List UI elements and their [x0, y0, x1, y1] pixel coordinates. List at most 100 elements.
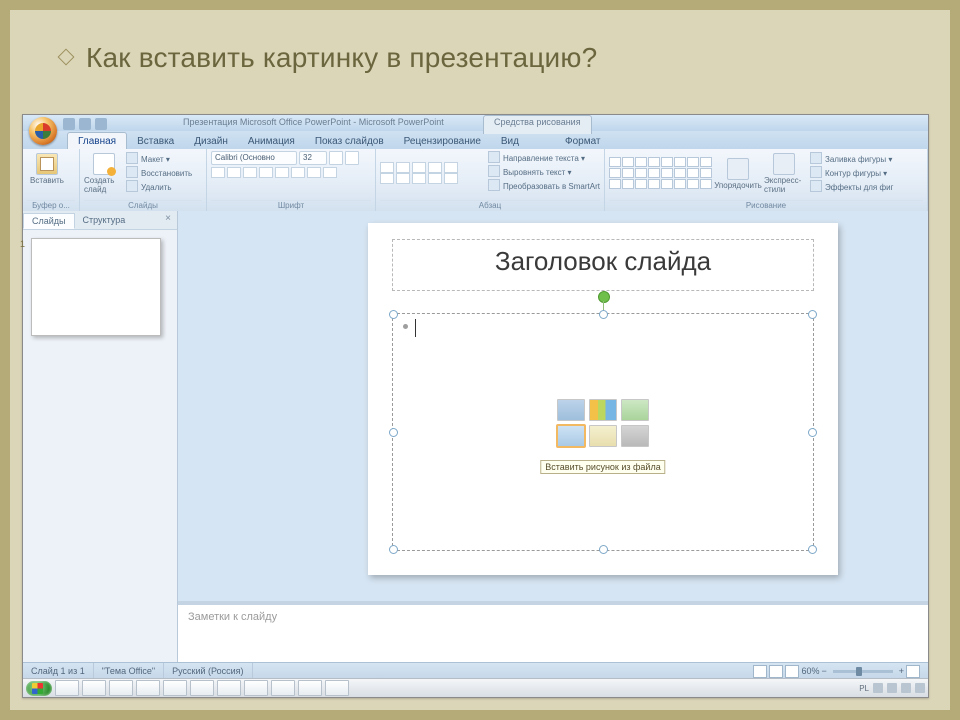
shape-effects-button[interactable]: Эффекты для фиг — [810, 180, 893, 193]
resize-handle[interactable] — [599, 310, 608, 319]
linespacing-button[interactable] — [444, 162, 458, 173]
case-button[interactable] — [307, 167, 321, 178]
text-direction-button[interactable]: Направление текста ▾ — [488, 151, 600, 164]
zoom-in-button[interactable]: + — [899, 666, 904, 676]
view-normal-button[interactable] — [753, 665, 767, 678]
taskbar-item[interactable] — [136, 680, 160, 696]
taskbar-item[interactable] — [82, 680, 106, 696]
group-clipboard: Вставить Буфер о... — [23, 149, 80, 211]
taskbar-item[interactable] — [325, 680, 349, 696]
tab-home[interactable]: Главная — [67, 132, 127, 149]
insert-smartart-icon[interactable] — [621, 399, 649, 421]
taskbar-item[interactable] — [190, 680, 214, 696]
rotate-handle[interactable] — [598, 291, 610, 303]
shadow-button[interactable] — [275, 167, 289, 178]
tab-animation[interactable]: Анимация — [238, 133, 305, 149]
shrink-font-button[interactable] — [345, 151, 359, 165]
view-sorter-button[interactable] — [769, 665, 783, 678]
insert-media-icon[interactable] — [621, 425, 649, 447]
strike-button[interactable] — [259, 167, 273, 178]
resize-handle[interactable] — [808, 428, 817, 437]
resize-handle[interactable] — [808, 310, 817, 319]
layout-button[interactable]: Макет ▾ — [126, 152, 192, 165]
tab-review[interactable]: Рецензирование — [394, 133, 491, 149]
content-placeholder[interactable]: Вставить рисунок из файла — [392, 313, 814, 551]
convert-smartart-button[interactable]: Преобразовать в SmartArt — [488, 179, 600, 192]
taskbar-item[interactable] — [55, 680, 79, 696]
panel-tab-outline[interactable]: Структура — [75, 213, 134, 227]
quick-styles-icon — [773, 153, 795, 175]
resize-handle[interactable] — [389, 428, 398, 437]
columns-button[interactable] — [444, 173, 458, 184]
tray-icon[interactable] — [873, 683, 883, 693]
view-slideshow-button[interactable] — [785, 665, 799, 678]
tab-insert[interactable]: Вставка — [127, 133, 184, 149]
taskbar-item[interactable] — [163, 680, 187, 696]
new-slide-button[interactable]: Создать слайд — [84, 151, 124, 194]
underline-button[interactable] — [243, 167, 257, 178]
taskbar-item[interactable] — [217, 680, 241, 696]
resize-handle[interactable] — [599, 545, 608, 554]
font-size-combo[interactable]: 32 — [299, 151, 327, 165]
contextual-tab-drawing[interactable]: Средства рисования — [483, 115, 592, 134]
office-button[interactable] — [29, 117, 57, 145]
insert-chart-icon[interactable] — [589, 399, 617, 421]
notes-pane[interactable]: Заметки к слайду — [178, 601, 928, 663]
align-text-button[interactable]: Выровнять текст ▾ — [488, 165, 600, 178]
tab-slideshow[interactable]: Показ слайдов — [305, 133, 394, 149]
resize-handle[interactable] — [808, 545, 817, 554]
spacing-button[interactable] — [291, 167, 305, 178]
italic-button[interactable] — [227, 167, 241, 178]
shape-fill-button[interactable]: Заливка фигуры ▾ — [810, 152, 893, 165]
paste-button[interactable]: Вставить — [27, 151, 67, 185]
taskbar-item[interactable] — [244, 680, 268, 696]
title-placeholder[interactable]: Заголовок слайда — [392, 239, 814, 291]
delete-button[interactable]: Удалить — [126, 180, 192, 193]
reset-button[interactable]: Восстановить — [126, 166, 192, 179]
status-bar: Слайд 1 из 1 "Тема Office" Русский (Росс… — [23, 662, 928, 679]
tab-view[interactable]: Вид — [491, 133, 529, 149]
font-color-button[interactable] — [323, 167, 337, 178]
slide-canvas-area[interactable]: Заголовок слайда — [178, 211, 928, 663]
insert-picture-icon[interactable] — [557, 425, 585, 447]
zoom-percent[interactable]: 60% — [801, 666, 819, 676]
bullets-button[interactable] — [380, 162, 394, 173]
group-paragraph: Направление текста ▾ Выровнять текст ▾ П… — [376, 149, 605, 211]
taskbar-item[interactable] — [271, 680, 295, 696]
insert-table-icon[interactable] — [557, 399, 585, 421]
align-right-button[interactable] — [412, 173, 426, 184]
quick-access-toolbar[interactable] — [63, 117, 107, 131]
numbering-button[interactable] — [396, 162, 410, 173]
tray-icon[interactable] — [901, 683, 911, 693]
tab-format[interactable]: Формат — [555, 133, 611, 149]
taskbar-item[interactable] — [298, 680, 322, 696]
resize-handle[interactable] — [389, 545, 398, 554]
bold-button[interactable] — [211, 167, 225, 178]
grow-font-button[interactable] — [329, 151, 343, 165]
shape-outline-button[interactable]: Контур фигуры ▾ — [810, 166, 893, 179]
arrange-button[interactable]: Упорядочить — [718, 156, 758, 190]
resize-handle[interactable] — [389, 310, 398, 319]
tray-language[interactable]: PL — [859, 684, 869, 693]
tray-icon[interactable] — [887, 683, 897, 693]
insert-clipart-icon[interactable] — [589, 425, 617, 447]
status-language[interactable]: Русский (Россия) — [164, 663, 252, 679]
slide-thumbnail-1[interactable]: 1 — [31, 238, 161, 336]
fit-window-button[interactable] — [906, 665, 920, 678]
indent-dec-button[interactable] — [412, 162, 426, 173]
quick-styles-button[interactable]: Экспресс-стили — [764, 151, 804, 194]
start-button[interactable] — [26, 681, 52, 696]
tray-icon[interactable] — [915, 683, 925, 693]
font-name-combo[interactable]: Calibri (Основно — [211, 151, 297, 165]
zoom-out-button[interactable]: − — [821, 666, 826, 676]
panel-close-button[interactable]: × — [165, 213, 171, 224]
taskbar-item[interactable] — [109, 680, 133, 696]
align-left-button[interactable] — [380, 173, 394, 184]
zoom-slider[interactable] — [833, 670, 893, 673]
shapes-gallery[interactable] — [609, 157, 712, 189]
justify-button[interactable] — [428, 173, 442, 184]
indent-inc-button[interactable] — [428, 162, 442, 173]
tab-design[interactable]: Дизайн — [184, 133, 238, 149]
panel-tab-slides[interactable]: Слайды — [23, 213, 75, 229]
align-center-button[interactable] — [396, 173, 410, 184]
